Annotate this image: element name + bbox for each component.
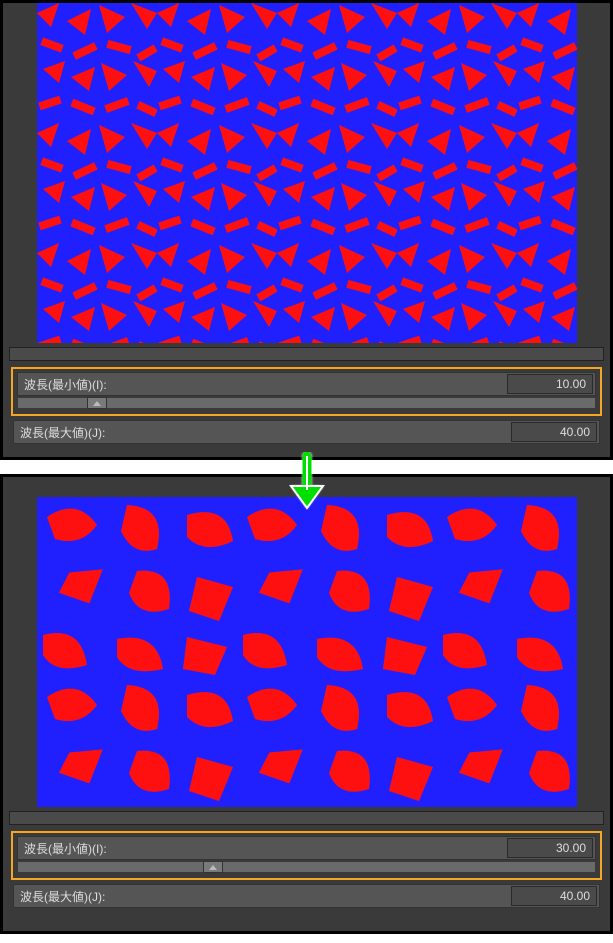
wavelength-max-row: 波長(最大値)(J): <box>13 884 600 908</box>
wavelength-min-label: 波長(最小値)(I): <box>20 376 507 393</box>
highlighted-param-group-before: 波長(最小値)(I): <box>11 367 602 416</box>
wavelength-max-input[interactable] <box>511 886 597 906</box>
wavelength-min-slider[interactable] <box>17 861 596 873</box>
wavelength-max-label: 波長(最大値)(J): <box>16 424 511 441</box>
scrollbar-top[interactable] <box>9 347 604 361</box>
wavelength-min-row: 波長(最小値)(I): <box>17 836 596 860</box>
wavelength-min-slider[interactable] <box>17 397 596 409</box>
wavelength-min-input[interactable] <box>507 374 593 394</box>
highlighted-param-group-after: 波長(最小値)(I): <box>11 831 602 880</box>
panel-after: 波長(最小値)(I): 波長(最大値)(J): <box>0 474 613 934</box>
preview-after <box>37 497 577 807</box>
wavelength-max-group-after: 波長(最大値)(J): <box>13 884 600 908</box>
wavelength-max-group-before: 波長(最大値)(J): <box>13 420 600 444</box>
arrow-down-icon <box>283 452 331 512</box>
preview-before <box>37 3 577 343</box>
scrollbar-bottom[interactable] <box>9 811 604 825</box>
wave-pattern-large <box>37 497 577 807</box>
wavelength-min-input[interactable] <box>507 838 593 858</box>
wavelength-min-label: 波長(最小値)(I): <box>20 840 507 857</box>
wavelength-max-row: 波長(最大値)(J): <box>13 420 600 444</box>
wavelength-max-label: 波長(最大値)(J): <box>16 888 511 905</box>
slider-thumb-icon[interactable] <box>87 397 107 409</box>
panel-before: 波長(最小値)(I): 波長(最大値)(J): <box>0 0 613 460</box>
wave-pattern-small <box>37 3 577 343</box>
slider-thumb-icon[interactable] <box>203 861 223 873</box>
wavelength-min-row: 波長(最小値)(I): <box>17 372 596 396</box>
wavelength-max-input[interactable] <box>511 422 597 442</box>
